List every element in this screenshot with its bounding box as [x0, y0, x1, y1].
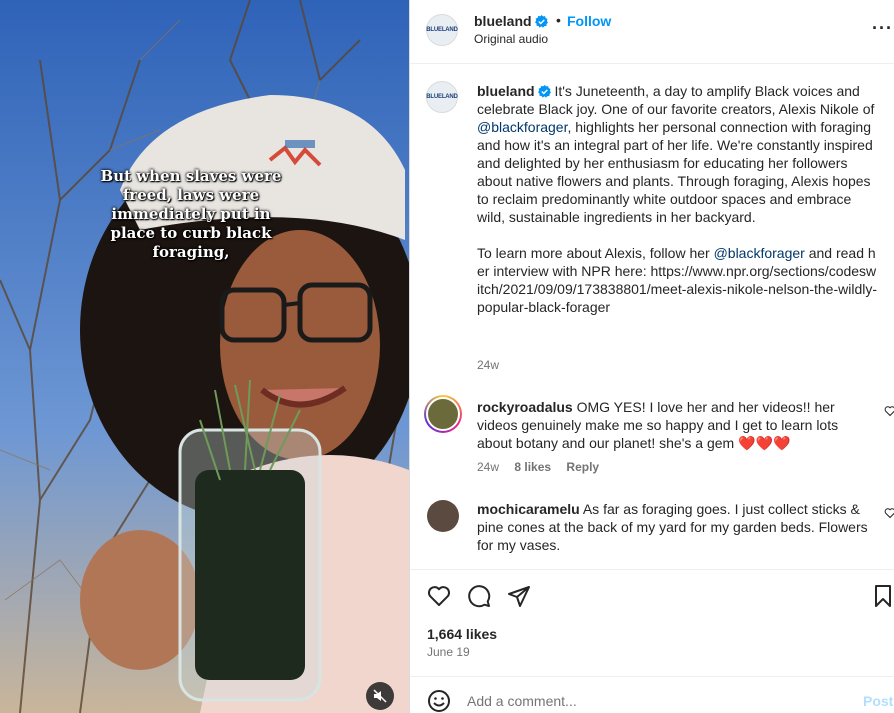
avatar-logo-text: BLUELAND [426, 94, 458, 100]
caption-author-avatar[interactable]: BLUELAND [426, 81, 458, 113]
commenter-avatar[interactable] [424, 395, 462, 433]
comment-likes[interactable]: 8 likes [514, 460, 551, 474]
commenter-username[interactable]: rockyroadalus [477, 399, 573, 415]
comment-meta: 24w 8 likes Reply [477, 460, 611, 474]
mention-link[interactable]: @blackforager [714, 245, 805, 261]
author-username-row: blueland [474, 13, 548, 29]
avatar-logo-text: BLUELAND [426, 27, 458, 33]
caption-username[interactable]: blueland [477, 83, 535, 99]
post-date[interactable]: June 19 [427, 645, 470, 659]
comment-icon[interactable] [466, 583, 492, 609]
separator-dot: • [556, 12, 561, 28]
reply-button[interactable]: Reply [566, 460, 599, 474]
verified-badge-icon [537, 85, 551, 98]
mention-link[interactable]: @blackforager [477, 119, 567, 135]
video-frame [0, 0, 409, 713]
share-icon[interactable] [506, 583, 532, 609]
more-options-icon[interactable]: ··· [872, 18, 893, 39]
author-username[interactable]: blueland [474, 13, 532, 29]
comment-timestamp[interactable]: 24w [477, 460, 499, 474]
comment-bar: Post [410, 676, 894, 713]
comment-like-heart-icon[interactable] [884, 507, 894, 519]
comment-input[interactable] [467, 693, 847, 709]
heart-icon[interactable] [426, 583, 452, 609]
reel-video[interactable]: But when slaves were freed, laws were im… [0, 0, 409, 713]
post-comment-button[interactable]: Post [863, 693, 893, 709]
comment-text: rockyroadalus OMG YES! I love her and he… [477, 398, 877, 452]
mute-button[interactable] [366, 682, 394, 710]
speaker-muted-icon [373, 689, 387, 703]
emoji-icon[interactable] [427, 689, 451, 713]
comment-like-heart-icon[interactable] [884, 405, 894, 417]
caption-timestamp[interactable]: 24w [477, 358, 499, 372]
comments-section: BLUELAND blueland It's Juneteenth, a day… [410, 65, 894, 569]
likes-count[interactable]: 1,664 likes [427, 626, 497, 642]
post-panel: BLUELAND blueland • Follow Original audi… [410, 0, 894, 713]
actions-divider [410, 569, 894, 570]
caption-text-part: To learn more about Alexis, follow her [477, 245, 714, 261]
verified-badge-icon [534, 15, 548, 28]
post-caption: blueland It's Juneteenth, a day to ampli… [477, 82, 877, 316]
commenter-username[interactable]: mochicaramelu [477, 501, 580, 517]
follow-button[interactable]: Follow [567, 13, 611, 29]
author-avatar[interactable]: BLUELAND [426, 14, 458, 46]
post-header: BLUELAND blueland • Follow Original audi… [410, 0, 894, 64]
commenter-avatar[interactable] [427, 500, 459, 532]
bookmark-icon[interactable] [870, 583, 894, 609]
comment-text: mochicaramelu As far as foraging goes. I… [477, 500, 877, 554]
audio-label[interactable]: Original audio [474, 32, 548, 46]
video-caption: But when slaves were freed, laws were im… [100, 167, 282, 261]
